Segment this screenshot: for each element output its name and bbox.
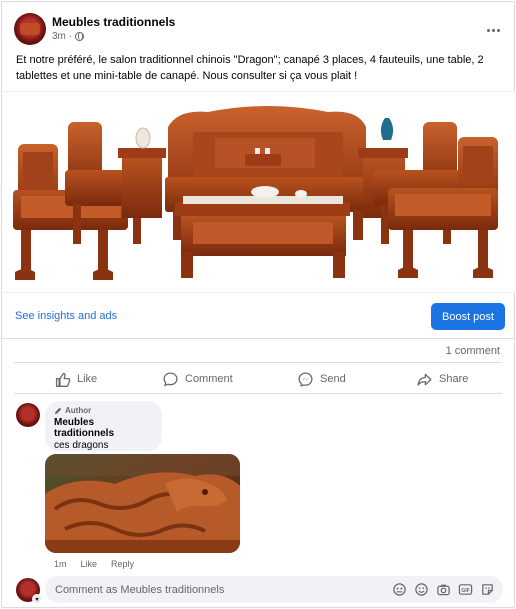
dot-icon bbox=[496, 28, 500, 32]
share-arrow-icon bbox=[417, 373, 432, 386]
emoji-icon[interactable] bbox=[414, 582, 429, 597]
thumbs-up-icon bbox=[55, 372, 71, 387]
comment-text: ces dragons bbox=[54, 440, 109, 451]
comment-input[interactable]: Comment as Meubles traditionnels GIF bbox=[45, 576, 503, 603]
send-label: Send bbox=[320, 373, 346, 385]
like-button[interactable]: Like bbox=[54, 367, 97, 391]
comment-input-placeholder: Comment as Meubles traditionnels bbox=[55, 584, 225, 596]
post-actions: Like Comment Send Share bbox=[14, 367, 502, 391]
composer-icons: GIF bbox=[392, 582, 495, 597]
dot-icon bbox=[491, 28, 495, 32]
author-tag-label: Author bbox=[65, 406, 92, 415]
post-time[interactable]: 3m bbox=[52, 31, 66, 42]
share-button[interactable]: Share bbox=[416, 367, 468, 391]
divider bbox=[2, 338, 514, 339]
boost-post-button[interactable]: Boost post bbox=[431, 303, 505, 330]
post-text: Et notre préféré, le salon traditionnel … bbox=[16, 54, 484, 82]
avatar-sticker-icon[interactable] bbox=[392, 582, 407, 597]
comment-time[interactable]: 1m bbox=[54, 559, 67, 569]
divider bbox=[14, 362, 502, 363]
dot-icon bbox=[486, 28, 490, 32]
comment-bubble: Author Meubles traditionnels ces dragons bbox=[45, 401, 162, 451]
composer-avatar[interactable]: ▾ bbox=[16, 578, 42, 604]
comment-avatar[interactable] bbox=[16, 403, 40, 427]
send-button[interactable]: Send bbox=[297, 367, 346, 391]
comment-label: Comment bbox=[185, 373, 233, 385]
messenger-icon bbox=[298, 371, 313, 387]
share-label: Share bbox=[439, 373, 469, 385]
globe-icon bbox=[75, 32, 85, 41]
speech-bubble-icon bbox=[163, 371, 178, 387]
post-image[interactable] bbox=[3, 91, 515, 293]
sticker-icon[interactable] bbox=[480, 582, 495, 597]
post-card: Meubles traditionnels 3m · Et notre préf… bbox=[1, 1, 515, 608]
svg-text:GIF: GIF bbox=[461, 588, 470, 594]
page-name[interactable]: Meubles traditionnels bbox=[52, 15, 175, 29]
chevron-down-icon[interactable]: ▾ bbox=[32, 594, 42, 604]
dragon-carving-illustration bbox=[45, 454, 240, 553]
author-badge: Author bbox=[54, 406, 153, 415]
comment-button[interactable]: Comment bbox=[162, 367, 233, 391]
pencil-icon bbox=[54, 407, 62, 414]
more-options-button[interactable] bbox=[482, 19, 504, 41]
post-header: Meubles traditionnels 3m · bbox=[14, 13, 504, 45]
comment-like-link[interactable]: Like bbox=[81, 559, 98, 569]
furniture-set-illustration bbox=[13, 106, 498, 280]
see-insights-link[interactable]: See insights and ads bbox=[15, 310, 117, 322]
divider bbox=[14, 393, 502, 394]
comment-reply-link[interactable]: Reply bbox=[111, 559, 134, 569]
gif-icon[interactable]: GIF bbox=[458, 582, 473, 597]
page-avatar[interactable] bbox=[14, 13, 46, 45]
comment-author[interactable]: Meubles traditionnels bbox=[54, 417, 153, 439]
camera-icon[interactable] bbox=[436, 582, 451, 597]
like-label: Like bbox=[77, 373, 98, 385]
post-meta: 3m · bbox=[52, 31, 85, 42]
comment-meta: 1m Like Reply bbox=[54, 559, 134, 569]
comment-count[interactable]: 1 comment bbox=[446, 345, 500, 357]
comment-photo[interactable] bbox=[45, 454, 240, 553]
